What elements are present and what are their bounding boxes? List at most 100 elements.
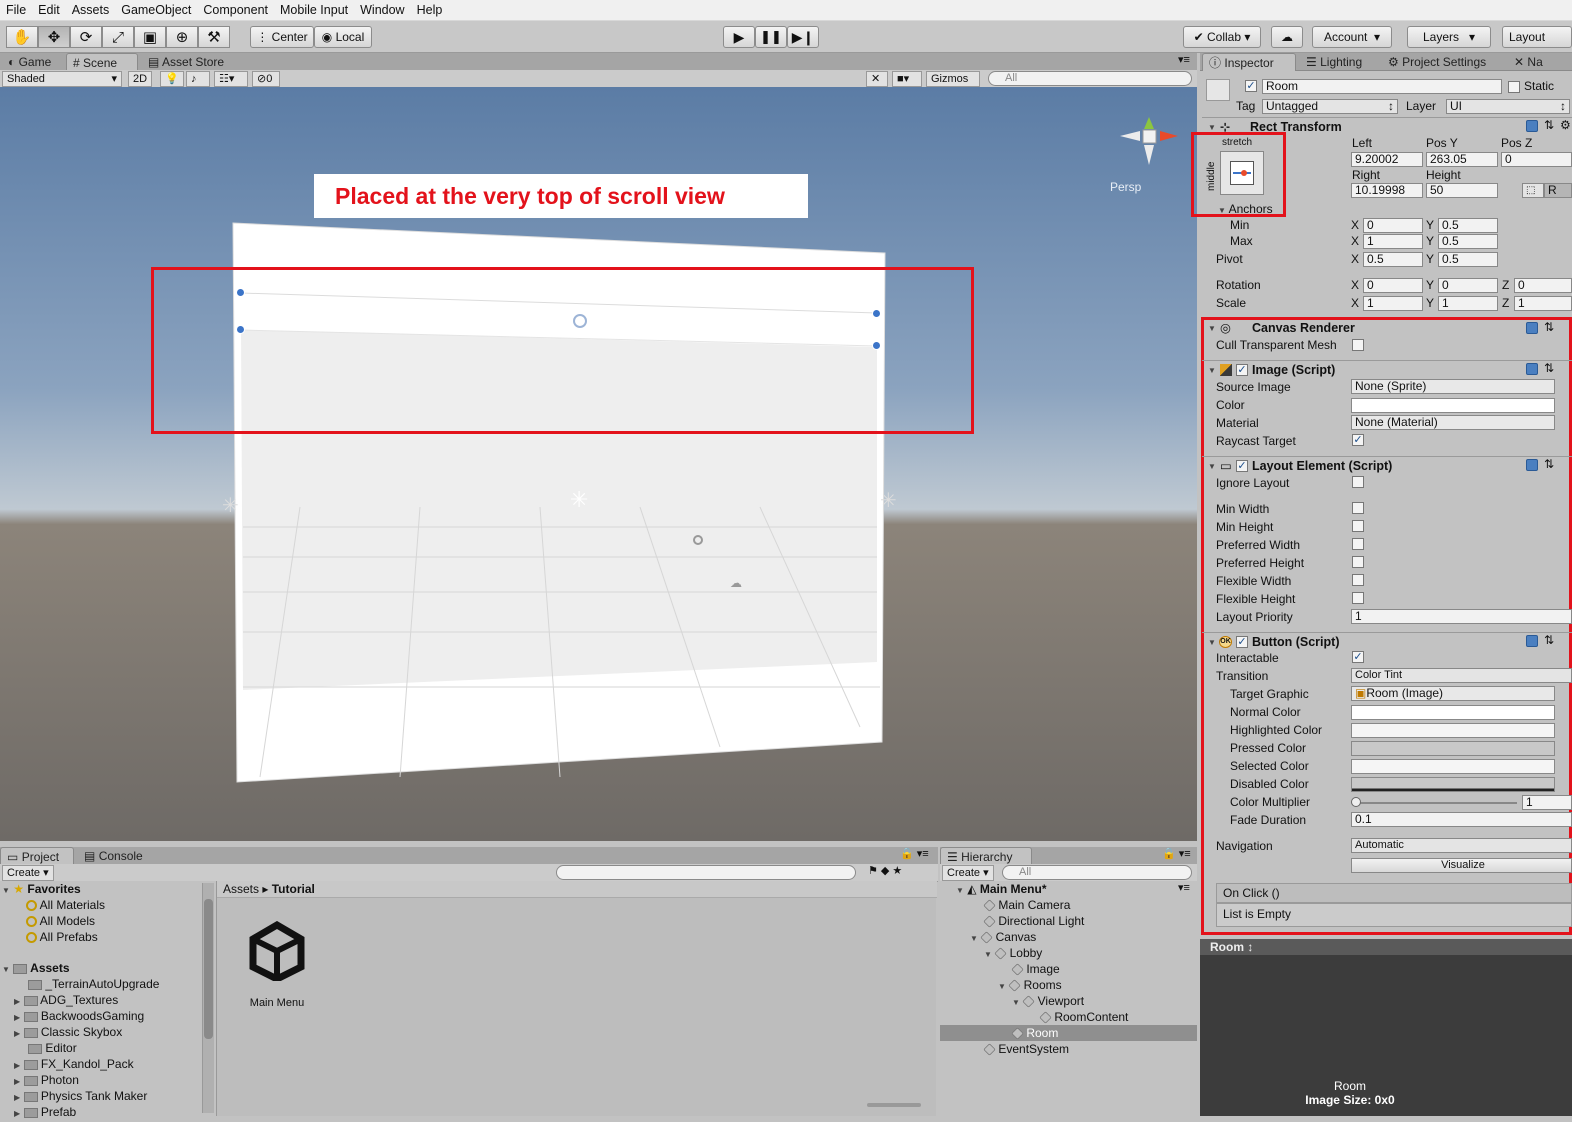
image-enabled-checkbox[interactable]: ✓ xyxy=(1236,364,1248,376)
visualize-button[interactable]: Visualize xyxy=(1351,858,1572,873)
menu-gameobject[interactable]: GameObject xyxy=(115,0,197,21)
effects-dropdown-icon[interactable]: ☷▾ xyxy=(214,71,248,87)
scale-tool-icon[interactable]: ⤢ xyxy=(102,26,134,48)
unity-scene-icon[interactable] xyxy=(247,921,307,981)
asset-main-menu-label[interactable]: Main Menu xyxy=(239,997,315,1009)
anchor-max-x-field[interactable]: 1 xyxy=(1363,234,1423,249)
preset-icon[interactable]: ⇅ xyxy=(1544,320,1554,334)
panel-menu-icon[interactable]: ▾≡ xyxy=(1178,53,1190,66)
help-icon[interactable] xyxy=(1526,120,1538,132)
folder-item[interactable]: ▶ Photon xyxy=(14,1072,79,1088)
folder-item[interactable]: Editor xyxy=(28,1040,77,1056)
help-icon[interactable] xyxy=(1526,459,1538,471)
left-field[interactable]: 9.20002 xyxy=(1351,152,1423,167)
folder-item[interactable]: ▶ ADG_Textures xyxy=(14,992,118,1008)
pivot-center-button[interactable]: ⋮ Center xyxy=(250,26,314,48)
filter-icons[interactable]: ⚑ ◆ ★ xyxy=(868,864,902,877)
button-enabled-checkbox[interactable]: ✓ xyxy=(1236,636,1248,648)
hierarchy-item[interactable]: Main Camera xyxy=(983,897,1070,913)
hidden-objects-toggle[interactable]: ⊘0 xyxy=(252,71,280,87)
scene-view[interactable]: Persp ✳ ✳ ✳ ☁ Placed at the very top of … xyxy=(0,87,1197,841)
tab-scene[interactable]: # Scene xyxy=(66,53,138,71)
help-icon[interactable] xyxy=(1526,635,1538,647)
tab-asset-store[interactable]: ▤ Asset Store xyxy=(142,53,242,71)
step-button[interactable]: ▶❙ xyxy=(787,26,819,48)
folder-item[interactable]: ▶ Prefab xyxy=(14,1104,76,1120)
hierarchy-search-input[interactable]: All xyxy=(1002,865,1192,880)
menu-file[interactable]: File xyxy=(0,0,32,21)
cull-mesh-checkbox[interactable] xyxy=(1352,339,1364,351)
color-swatch[interactable] xyxy=(1351,398,1555,413)
account-dropdown[interactable]: Account ▾ xyxy=(1312,26,1392,48)
camera-dropdown-icon[interactable]: ■▾ xyxy=(892,71,922,87)
menu-window[interactable]: Window xyxy=(354,0,410,21)
folder-item[interactable]: ▶ BackwoodsGaming xyxy=(14,1008,144,1024)
breadcrumb-assets[interactable]: Assets xyxy=(223,882,259,896)
tab-navigation[interactable]: ✕ Na xyxy=(1508,53,1572,71)
canvas-renderer-header[interactable]: ▼ ◎ Canvas Renderer xyxy=(1202,319,1572,339)
scene-root-item[interactable]: ▼ ◭ Main Menu* xyxy=(956,881,1047,897)
hierarchy-item[interactable]: ▼ Viewport xyxy=(1012,993,1084,1009)
tag-dropdown[interactable]: Untagged ↕ xyxy=(1262,99,1398,114)
tools-icon[interactable]: ✕ xyxy=(866,71,888,87)
layout-priority-field[interactable]: 1 xyxy=(1351,609,1572,624)
anchor-max-y-field[interactable]: 0.5 xyxy=(1438,234,1498,249)
panel-menu-icon[interactable]: 🔒 ▾≡ xyxy=(900,847,929,860)
object-name-field[interactable]: Room xyxy=(1262,79,1502,94)
tab-inspector[interactable]: ⓘ Inspector xyxy=(1202,53,1296,71)
layers-dropdown[interactable]: Layers ▾ xyxy=(1407,26,1491,48)
image-component-header[interactable]: ▼ ✓ Image (Script) xyxy=(1202,360,1572,380)
menu-help[interactable]: Help xyxy=(411,0,449,21)
hierarchy-item[interactable]: Image xyxy=(1011,961,1060,977)
layout-dropdown[interactable]: Layout xyxy=(1502,26,1572,48)
favorites-foldout[interactable]: ▼ ★ Favorites xyxy=(2,881,81,897)
tab-project[interactable]: ▭ Project xyxy=(0,847,74,865)
preferred-height-checkbox[interactable] xyxy=(1352,556,1364,568)
posy-field[interactable]: 263.05 xyxy=(1426,152,1498,167)
anchor-min-x-field[interactable]: 0 xyxy=(1363,218,1423,233)
height-field[interactable]: 50 xyxy=(1426,183,1498,198)
raycast-checkbox[interactable]: ✓ xyxy=(1352,434,1364,446)
preset-icon[interactable]: ⇅ xyxy=(1544,361,1554,375)
source-image-field[interactable]: None (Sprite) xyxy=(1351,379,1555,394)
fav-item[interactable]: All Materials xyxy=(26,897,105,913)
pressed-color-swatch[interactable] xyxy=(1351,741,1555,756)
layout-element-header[interactable]: ▼ ▭ ✓ Layout Element (Script) xyxy=(1202,456,1572,476)
menu-mobile-input[interactable]: Mobile Input xyxy=(274,0,354,21)
preset-icon[interactable]: ⇅ xyxy=(1544,118,1554,132)
slider-thumb[interactable] xyxy=(1351,797,1361,807)
menu-component[interactable]: Component xyxy=(197,0,274,21)
left-anchor-icon[interactable]: ✳ xyxy=(222,495,239,517)
folder-item[interactable]: _TerrainAutoUpgrade xyxy=(28,976,159,992)
rotation-y-field[interactable]: 0 xyxy=(1438,278,1498,293)
tab-project-settings[interactable]: ⚙ Project Settings xyxy=(1382,53,1508,71)
preset-icon[interactable]: ⇅ xyxy=(1544,457,1554,471)
tab-lighting[interactable]: ☰ Lighting xyxy=(1300,53,1380,71)
hierarchy-item-selected[interactable]: Room xyxy=(1011,1025,1058,1041)
tab-console[interactable]: ▤ Console xyxy=(78,847,158,865)
static-checkbox[interactable] xyxy=(1508,81,1520,93)
play-button[interactable]: ▶ xyxy=(723,26,755,48)
pivot-x-field[interactable]: 0.5 xyxy=(1363,252,1423,267)
scale-x-field[interactable]: 1 xyxy=(1363,296,1423,311)
fav-item[interactable]: All Models xyxy=(26,913,95,929)
posz-field[interactable]: 0 xyxy=(1501,152,1572,167)
min-height-checkbox[interactable] xyxy=(1352,520,1364,532)
shading-dropdown[interactable]: Shaded ▾ xyxy=(2,71,122,87)
transform-tool-icon[interactable]: ⊕ xyxy=(166,26,198,48)
color-multiplier-field[interactable]: 1 xyxy=(1522,795,1572,810)
button-component-header[interactable]: ▼ OK ✓ Button (Script) xyxy=(1202,632,1572,652)
disabled-color-swatch[interactable] xyxy=(1351,777,1555,792)
hierarchy-item[interactable]: EventSystem xyxy=(983,1041,1069,1057)
rotation-z-field[interactable]: 0 xyxy=(1514,278,1572,293)
folder-item[interactable]: ▶ Physics Tank Maker xyxy=(14,1088,147,1104)
pause-button[interactable]: ❚❚ xyxy=(755,26,787,48)
hierarchy-item[interactable]: ▼ Lobby xyxy=(984,945,1042,961)
lighting-toggle-icon[interactable]: 💡 xyxy=(160,71,184,87)
preview-header[interactable]: Room ↕ xyxy=(1200,939,1572,955)
scale-y-field[interactable]: 1 xyxy=(1438,296,1498,311)
project-search-input[interactable] xyxy=(556,865,856,880)
material-field[interactable]: None (Material) xyxy=(1351,415,1555,430)
preset-icon[interactable]: ⇅ xyxy=(1544,633,1554,647)
layout-element-enabled-checkbox[interactable]: ✓ xyxy=(1236,460,1248,472)
